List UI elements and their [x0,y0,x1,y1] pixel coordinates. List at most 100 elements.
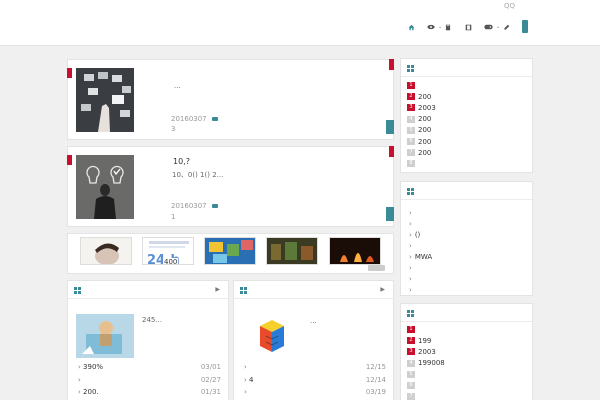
ranking-item[interactable]: 7 [407,391,445,400]
chevron-down-icon: ⌄ [438,24,443,30]
ranking-item[interactable]: 6 200 [407,136,436,147]
chevron-right-icon: › [244,375,247,384]
link-item[interactable]: › [409,218,432,229]
ranking-item[interactable]: 5 200 [407,125,436,136]
rank-title[interactable]: 200 [418,115,431,123]
rank-title[interactable]: 2003 [418,348,436,356]
post-thumbnail[interactable] [76,155,134,219]
news-title[interactable]: 200. [83,388,99,396]
rank-title[interactable]: 200 [418,149,431,157]
ranking-item[interactable]: 1 [407,80,436,91]
strip-item[interactable]: 24-h 400 [142,237,194,265]
link-item[interactable]: › [409,262,432,273]
chevron-right-icon: › [409,286,412,295]
ranking-item[interactable]: 2 199 [407,335,445,346]
ranking-item[interactable]: 3 2003 [407,346,445,357]
link-item[interactable]: › [409,274,432,285]
rank-number: 1 [407,326,415,334]
strip-item[interactable] [204,237,256,265]
category-section-right: ▶ ... › 12/15 › 4 12/14 › 03/19 [233,280,394,400]
nav-game-menu[interactable]: ⌄ [484,20,510,34]
news-row[interactable]: › 12/15 [244,361,386,374]
ranking-item[interactable]: 3 2003 [407,102,436,113]
ranking-item[interactable]: 5 [407,369,445,380]
section-feature-image[interactable] [76,314,134,358]
site-header: QQ ⌄ ⌄ [0,0,600,46]
news-date: 12/14 [365,375,386,384]
rank-number: 6 [407,138,415,146]
rank-number: 3 [407,348,415,356]
link-item[interactable]: › [409,207,432,218]
category-tag [67,68,72,78]
category-tag [67,155,72,165]
chevron-right-icon: › [409,264,412,273]
section-feature-image[interactable] [242,314,300,358]
strip-item[interactable] [266,237,318,265]
news-title[interactable]: 4 [249,376,253,384]
nav-home[interactable] [408,20,415,34]
grid-icon [74,287,81,294]
link-item[interactable]: › [409,285,432,296]
link-item[interactable]: › MWA [409,251,432,262]
ranking-item[interactable]: 7 200 [407,147,436,158]
link-text[interactable]: () [415,231,420,239]
link-item[interactable]: ›() [409,229,432,240]
read-more-button[interactable] [386,207,394,221]
post-title[interactable]: 10,? [173,157,190,166]
rank-title[interactable]: 200 [418,126,431,134]
ranking-item[interactable]: 8 [407,158,436,169]
news-row[interactable]: › 4 12/14 [244,374,386,387]
ranking-item[interactable]: 2 200 [407,91,436,102]
read-more-button[interactable] [386,120,394,134]
rank-title[interactable]: 199008 [418,359,445,367]
ranking-item[interactable]: 6 [407,380,445,391]
rank-title[interactable]: 199 [418,337,431,345]
eye-icon [427,24,435,30]
nav-eye-menu[interactable]: ⌄ [427,20,451,34]
news-row[interactable]: › 390% 03/01 [78,361,221,374]
ranking-list: 1 2 199 3 2003 4 199008 5 6 7 [407,324,445,400]
more-arrow-icon[interactable]: ▶ [380,286,385,293]
news-row[interactable]: › 03/19 [244,386,386,399]
login-button[interactable] [522,20,528,33]
chevron-right-icon: › [409,230,412,239]
nav-video[interactable] [465,20,472,34]
rank-title[interactable]: 2003 [418,104,436,112]
ranking-item[interactable]: 4 200 [407,114,436,125]
rank-number: 3 [407,104,415,112]
link-item[interactable]: › [409,240,432,251]
news-title[interactable]: 390% [83,363,103,371]
post-card[interactable]: 10,? 10、0() 1() 2... 20160307 1 [67,146,394,227]
ranking-list: 1 2 200 3 2003 4 200 5 200 6 200 7 200 8 [407,80,436,170]
rank-title[interactable]: 200 [418,138,431,146]
link-text[interactable]: MWA [415,253,432,261]
news-row[interactable]: › 200. 01/31 [78,386,221,399]
sidebar-link-list: › › ›() › › MWA › › › [400,181,533,296]
chevron-right-icon: › [409,252,412,261]
sidebar-rank-list: 1 2 199 3 2003 4 199008 5 6 7 [400,303,533,400]
grid-icon [240,287,247,294]
news-date: 03/19 [365,388,386,396]
news-row[interactable]: › 02/27 [78,374,221,387]
post-card[interactable]: ... 20160307 3 [67,59,394,140]
category-section-left: ▶ 245... › 390% 03/01 › 02/27 › 200. 01/31 [67,280,229,400]
comment-icon [211,204,218,208]
more-arrow-icon[interactable]: ▶ [215,286,220,293]
rank-title[interactable]: 200 [418,93,431,101]
gamepad-icon [484,24,493,30]
ranking-item[interactable]: 4 199008 [407,358,445,369]
sidebar-header [401,182,532,200]
ranking-item[interactable]: 1 [407,324,445,335]
comment-count: 1 [171,213,176,221]
post-excerpt: 10、0() 1() 2... [172,171,224,179]
section-feature-text: 245... [142,316,163,324]
post-date-row: 20160307 [171,115,218,123]
strip-item[interactable] [329,237,381,265]
post-thumbnail[interactable] [76,68,134,132]
chevron-down-icon: ⌄ [496,24,501,30]
news-list: › 12/15 › 4 12/14 › 03/19 [244,361,386,399]
strip-item[interactable] [80,237,132,265]
qq-label[interactable]: QQ [504,2,515,10]
news-date: 03/01 [200,363,221,371]
rank-number: 4 [407,359,415,367]
